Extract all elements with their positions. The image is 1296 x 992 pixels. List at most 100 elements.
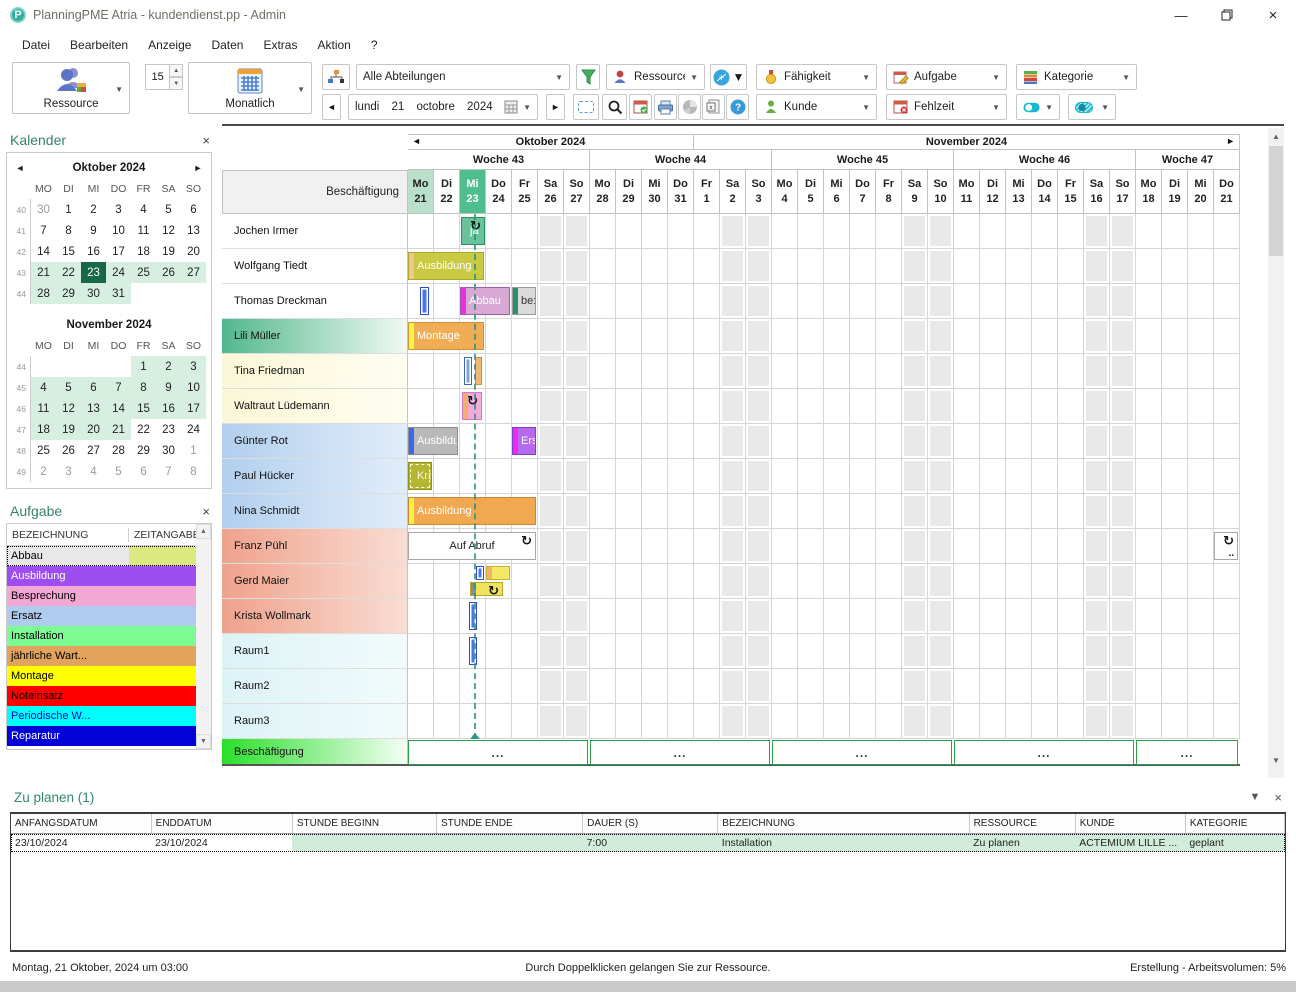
day-cell[interactable] — [824, 529, 850, 564]
day-cell[interactable] — [434, 634, 460, 669]
day-cell[interactable] — [694, 214, 720, 249]
day-cell[interactable] — [876, 634, 902, 669]
day-cell[interactable] — [408, 214, 434, 249]
day-cell[interactable] — [1110, 354, 1136, 389]
day-cell[interactable] — [1110, 284, 1136, 319]
day-cell[interactable] — [564, 319, 590, 354]
resource-row-label[interactable]: Raum2 — [222, 669, 408, 704]
spin-down-icon[interactable]: ▼ — [170, 77, 183, 90]
day-cell[interactable] — [1084, 319, 1110, 354]
to-plan-column-header[interactable]: STUNDE BEGINN — [292, 814, 436, 834]
day-header[interactable]: Di19 — [1162, 170, 1188, 214]
day-header[interactable]: So10 — [928, 170, 954, 214]
day-cell[interactable] — [1136, 284, 1162, 319]
day-cell[interactable] — [850, 389, 876, 424]
day-header[interactable]: Sa16 — [1084, 170, 1110, 214]
day-cell[interactable] — [1162, 564, 1188, 599]
day-cell[interactable] — [1110, 214, 1136, 249]
day-cell[interactable] — [564, 669, 590, 704]
day-cell[interactable] — [1058, 214, 1084, 249]
day-cell[interactable] — [1188, 459, 1214, 494]
day-cell[interactable] — [512, 634, 538, 669]
mini-calendar-day[interactable]: 13 — [81, 398, 106, 419]
day-cell[interactable] — [954, 284, 980, 319]
day-cell[interactable] — [772, 564, 798, 599]
mini-calendar-day[interactable]: 27 — [81, 440, 106, 461]
to-plan-column-header[interactable]: RESSOURCE — [969, 814, 1075, 834]
day-cell[interactable] — [1188, 284, 1214, 319]
day-cell[interactable] — [538, 634, 564, 669]
day-cell[interactable] — [902, 564, 928, 599]
day-cell[interactable] — [668, 424, 694, 459]
resource-view-button[interactable]: ▼ Ressource — [12, 62, 130, 114]
day-cell[interactable] — [694, 494, 720, 529]
day-cell[interactable] — [902, 354, 928, 389]
day-cell[interactable] — [772, 389, 798, 424]
day-cell[interactable] — [1110, 494, 1136, 529]
day-cell[interactable] — [720, 529, 746, 564]
day-cell[interactable] — [616, 494, 642, 529]
day-cell[interactable] — [1136, 564, 1162, 599]
mini-calendar-day[interactable]: 23 — [81, 262, 106, 283]
mini-calendar-day[interactable]: 8 — [131, 377, 156, 398]
mini-calendar-day[interactable]: 8 — [181, 461, 206, 482]
day-cell[interactable] — [668, 529, 694, 564]
task-bar[interactable]: Ausbildung — [408, 252, 484, 280]
task-panel-close-icon[interactable]: × — [202, 504, 210, 519]
day-cell[interactable] — [616, 389, 642, 424]
day-cell[interactable] — [1188, 564, 1214, 599]
day-cell[interactable] — [408, 634, 434, 669]
day-cell[interactable] — [1136, 494, 1162, 529]
task-bar[interactable] — [486, 566, 510, 580]
day-cell[interactable] — [460, 459, 486, 494]
day-cell[interactable] — [486, 424, 512, 459]
day-cell[interactable] — [1188, 319, 1214, 354]
calendar-panel-close-icon[interactable]: × — [202, 133, 210, 148]
day-cell[interactable] — [772, 704, 798, 739]
day-cell[interactable] — [538, 284, 564, 319]
mini-calendar-day[interactable]: 17 — [106, 241, 131, 262]
day-cell[interactable] — [1162, 249, 1188, 284]
day-cell[interactable] — [642, 214, 668, 249]
day-cell[interactable] — [772, 599, 798, 634]
day-cell[interactable] — [1214, 564, 1240, 599]
restore-button[interactable] — [1204, 0, 1250, 30]
day-cell[interactable] — [694, 249, 720, 284]
day-cell[interactable] — [772, 249, 798, 284]
task-bar[interactable]: Ausbildung — [408, 427, 458, 455]
day-cell[interactable] — [408, 354, 434, 389]
day-cell[interactable] — [642, 704, 668, 739]
to-plan-column-header[interactable]: ANFANGSDATUM — [11, 814, 151, 834]
day-cell[interactable] — [1214, 424, 1240, 459]
day-cell[interactable] — [980, 319, 1006, 354]
day-cell[interactable] — [824, 354, 850, 389]
day-cell[interactable] — [954, 354, 980, 389]
day-cell[interactable] — [928, 354, 954, 389]
day-cell[interactable] — [954, 494, 980, 529]
menu-item-daten[interactable]: Daten — [201, 34, 253, 56]
day-cell[interactable] — [1188, 529, 1214, 564]
day-cell[interactable] — [1084, 494, 1110, 529]
day-cell[interactable] — [1110, 634, 1136, 669]
mini-calendar-day[interactable]: 21 — [106, 419, 131, 440]
day-cell[interactable] — [720, 214, 746, 249]
next-month-icon[interactable]: ► — [189, 163, 207, 173]
mini-calendar-day[interactable]: 14 — [106, 398, 131, 419]
mini-calendar-day[interactable]: 5 — [56, 377, 81, 398]
day-cell[interactable] — [642, 459, 668, 494]
mini-calendar-day[interactable]: 6 — [181, 199, 206, 220]
search-button[interactable] — [602, 94, 627, 120]
day-cell[interactable] — [902, 424, 928, 459]
day-cell[interactable] — [1136, 704, 1162, 739]
day-cell[interactable] — [694, 564, 720, 599]
day-cell[interactable] — [434, 284, 460, 319]
day-cell[interactable] — [980, 564, 1006, 599]
day-cell[interactable] — [720, 249, 746, 284]
day-cell[interactable] — [668, 459, 694, 494]
resource-row-label[interactable]: Wolfgang Tiedt — [222, 249, 408, 284]
task-bar[interactable]: Ers — [512, 427, 536, 455]
to-plan-column-header[interactable]: KUNDE — [1075, 814, 1185, 834]
day-cell[interactable] — [980, 249, 1006, 284]
day-cell[interactable] — [1110, 319, 1136, 354]
day-cell[interactable] — [876, 564, 902, 599]
